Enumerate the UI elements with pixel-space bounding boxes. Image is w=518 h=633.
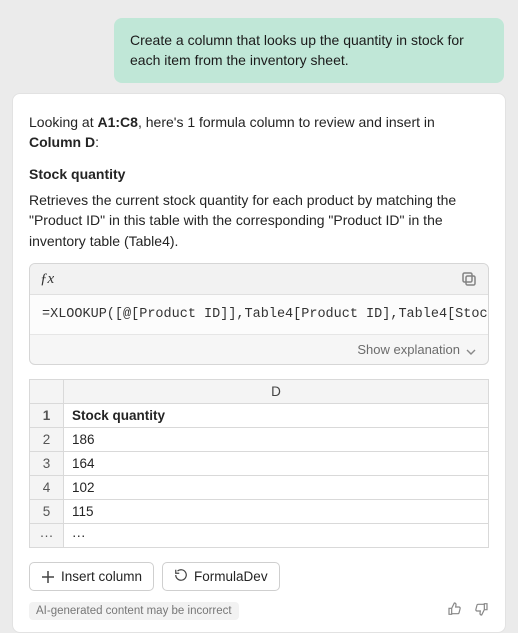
intro-line: Looking at A1:C8, here's 1 formula colum… — [29, 112, 489, 153]
table-row: 2 186 — [30, 428, 489, 452]
row-number: 2 — [30, 428, 64, 452]
user-message-row: Create a column that looks up the quanti… — [0, 0, 518, 93]
insert-column-button[interactable]: Insert column — [29, 562, 154, 591]
column-header-d: D — [64, 380, 489, 404]
plus-icon — [41, 570, 55, 584]
feedback-controls — [447, 601, 489, 620]
show-explanation-label: Show explanation — [357, 342, 460, 357]
intro-suffix: : — [95, 134, 99, 150]
formula-box-header: ƒx — [30, 264, 488, 295]
chevron-down-icon — [466, 345, 476, 355]
formula-description: Retrieves the current stock quantity for… — [29, 190, 489, 251]
cell-value: 115 — [64, 500, 489, 524]
action-row: Insert column FormulaDev — [29, 562, 489, 591]
assistant-response-card: Looking at A1:C8, here's 1 formula colum… — [12, 93, 506, 633]
preview-table: D 1 Stock quantity 2 186 3 164 4 102 5 1 — [29, 379, 489, 548]
cell-value: 164 — [64, 452, 489, 476]
cell-value: Stock quantity — [64, 404, 489, 428]
intro-mid: , here's 1 formula column to review and … — [138, 114, 435, 130]
formula-box: ƒx =XLOOKUP([@[Product ID]],Table4[Produ… — [29, 263, 489, 365]
row-number: 1 — [30, 404, 64, 428]
row-number: 5 — [30, 500, 64, 524]
retry-icon — [174, 568, 188, 585]
cell-value: ··· — [64, 524, 489, 548]
copy-icon[interactable] — [460, 270, 478, 288]
formuladev-button[interactable]: FormulaDev — [162, 562, 280, 591]
table-row: ··· ··· — [30, 524, 489, 548]
corner-cell — [30, 380, 64, 404]
formuladev-label: FormulaDev — [194, 569, 268, 584]
row-number: 3 — [30, 452, 64, 476]
thumbs-down-icon[interactable] — [473, 601, 489, 620]
cell-value: 102 — [64, 476, 489, 500]
card-footer: AI-generated content may be incorrect — [29, 601, 489, 620]
formula-text[interactable]: =XLOOKUP([@[Product ID]],Table4[Product … — [30, 295, 488, 335]
user-message-bubble: Create a column that looks up the quanti… — [114, 18, 504, 83]
cell-value: 186 — [64, 428, 489, 452]
row-number: ··· — [30, 524, 64, 548]
fx-icon: ƒx — [40, 271, 54, 288]
user-message-text: Create a column that looks up the quanti… — [130, 32, 464, 68]
formula-heading: Stock quantity — [29, 166, 489, 182]
ai-disclaimer: AI-generated content may be incorrect — [29, 602, 239, 620]
table-row: 5 115 — [30, 500, 489, 524]
row-number: 4 — [30, 476, 64, 500]
thumbs-up-icon[interactable] — [447, 601, 463, 620]
show-explanation-toggle[interactable]: Show explanation — [30, 335, 488, 364]
table-row: 4 102 — [30, 476, 489, 500]
intro-prefix: Looking at — [29, 114, 98, 130]
intro-col: Column D — [29, 134, 95, 150]
insert-column-label: Insert column — [61, 569, 142, 584]
intro-range: A1:C8 — [98, 114, 138, 130]
table-row: 3 164 — [30, 452, 489, 476]
table-row: 1 Stock quantity — [30, 404, 489, 428]
